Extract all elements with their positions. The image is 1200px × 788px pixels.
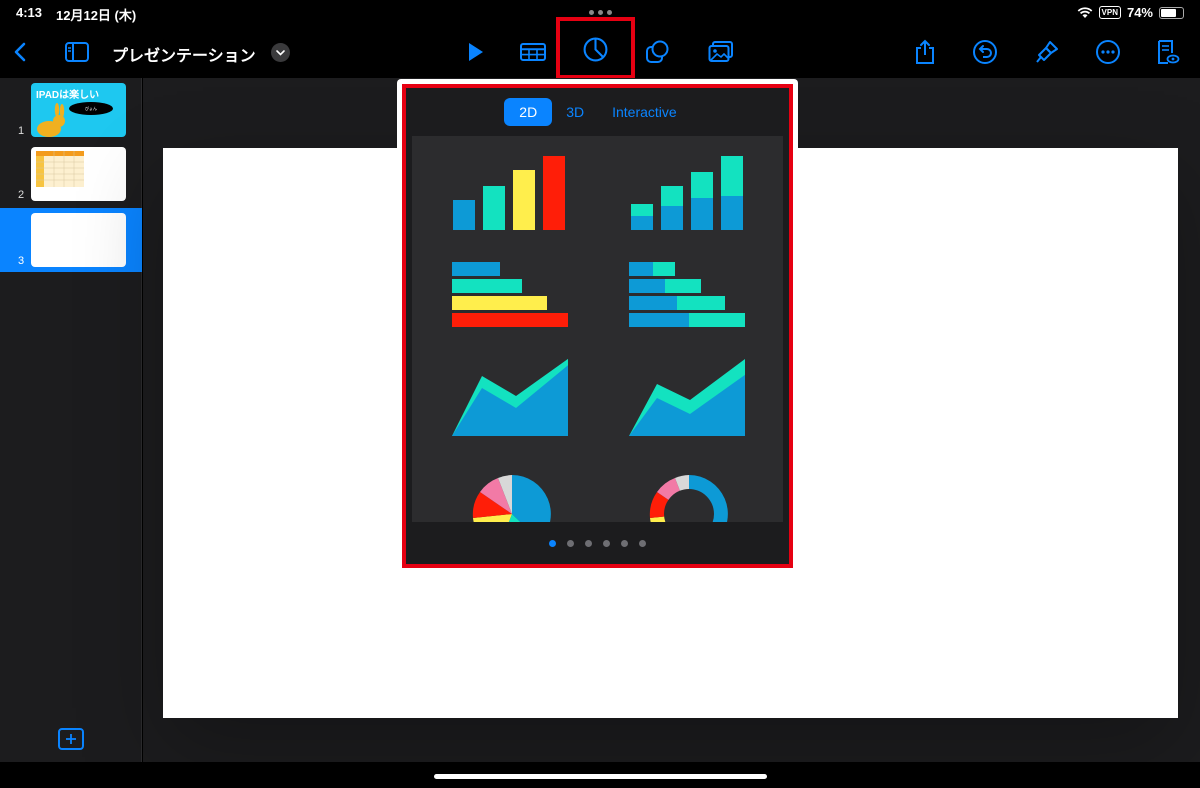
slide-thumbnail-3[interactable]: 3 <box>0 208 142 272</box>
chart-picker-popover: 2D 3D Interactive <box>402 84 793 568</box>
page-indicator[interactable] <box>406 540 789 547</box>
insert-media-button[interactable] <box>706 37 736 67</box>
slide-preview <box>31 147 126 201</box>
photo-icon <box>708 41 733 62</box>
play-button[interactable] <box>460 37 490 67</box>
status-indicators: VPN 74% <box>1077 5 1184 20</box>
chart-option-stacked-column[interactable] <box>615 150 745 240</box>
status-time: 4:13 <box>16 5 43 20</box>
donut-chart-icon <box>649 475 728 522</box>
multitasking-dots[interactable] <box>589 10 612 15</box>
share-button[interactable] <box>910 37 940 67</box>
chart-option-area[interactable] <box>438 354 572 444</box>
sidebar-icon <box>65 42 89 62</box>
back-button[interactable] <box>6 37 36 67</box>
area-chart-icon <box>452 356 572 436</box>
play-icon <box>469 43 483 61</box>
insert-shape-button[interactable] <box>642 37 672 67</box>
pie-chart-icon <box>472 475 551 522</box>
shapes-icon <box>646 40 669 63</box>
title-menu-button[interactable] <box>271 43 290 62</box>
undo-button[interactable] <box>970 37 1000 67</box>
chart-dimension-tabs: 2D 3D Interactive <box>406 98 789 126</box>
slide-title: IPADは楽しい <box>36 90 100 101</box>
home-area <box>0 762 1200 788</box>
stacked-column-chart-icon <box>631 156 743 230</box>
format-button[interactable] <box>1032 37 1062 67</box>
document-title[interactable]: プレゼンテーション <box>112 42 256 66</box>
slide-preview <box>31 213 126 267</box>
chart-type-grid <box>412 136 783 522</box>
undo-icon <box>973 40 997 64</box>
chart-option-stacked-area[interactable] <box>615 354 749 444</box>
presenter-notes-button[interactable] <box>1152 37 1182 67</box>
more-button[interactable] <box>1093 37 1123 67</box>
page-dot[interactable] <box>549 540 556 547</box>
plus-icon <box>66 734 76 744</box>
ellipsis-circle-icon <box>1096 40 1120 64</box>
insert-table-button[interactable] <box>518 37 548 67</box>
chevron-down-icon <box>276 50 285 56</box>
status-date: 12月12日 (木) <box>56 8 137 23</box>
table-icon <box>520 43 546 61</box>
slide-thumbnail-2[interactable]: 2 <box>0 142 142 206</box>
speech-bubble: ぴょん <box>69 102 113 115</box>
slide-number: 2 <box>18 189 25 201</box>
chart-option-bar[interactable] <box>438 254 571 344</box>
tab-2d[interactable]: 2D <box>504 98 553 126</box>
slide-navigator: 1 IPADは楽しい ぴょん 2 3 <box>0 78 142 762</box>
page-dot[interactable] <box>585 540 592 547</box>
chart-option-stacked-bar[interactable] <box>615 254 749 344</box>
tab-interactive[interactable]: Interactive <box>598 98 691 126</box>
slide-number: 1 <box>18 125 25 137</box>
rabbit-icon <box>37 103 65 137</box>
page-dot[interactable] <box>603 540 610 547</box>
chart-option-column[interactable] <box>438 150 568 240</box>
battery-percent: 74% <box>1126 5 1153 20</box>
stacked-bar-chart-icon <box>629 262 749 327</box>
stacked-area-chart-icon <box>629 356 749 436</box>
chart-option-donut[interactable] <box>615 456 745 522</box>
page-dot[interactable] <box>567 540 574 547</box>
bar-chart-icon <box>452 262 571 327</box>
chart-option-pie[interactable] <box>438 456 568 522</box>
slide-thumbnail-1[interactable]: 1 IPADは楽しい ぴょん <box>0 78 142 142</box>
column-chart-icon <box>453 156 565 230</box>
document-view-icon <box>1158 40 1180 64</box>
paintbrush-icon <box>1036 41 1058 63</box>
add-slide-button[interactable] <box>58 728 84 750</box>
table-thumbnail <box>36 151 84 187</box>
chevron-left-icon <box>14 42 26 62</box>
bubble-text: ぴょん <box>85 105 97 111</box>
page-dot[interactable] <box>639 540 646 547</box>
home-indicator[interactable] <box>434 774 767 779</box>
slide-preview: IPADは楽しい ぴょん <box>31 83 126 137</box>
battery-icon <box>1159 6 1184 19</box>
share-icon <box>916 39 934 64</box>
page-dot[interactable] <box>621 540 628 547</box>
slide-number: 3 <box>18 255 25 267</box>
tab-3d[interactable]: 3D <box>552 98 598 126</box>
wifi-icon <box>1077 6 1092 18</box>
vpn-badge: VPN <box>1098 6 1121 19</box>
insert-chart-button-highlighted[interactable] <box>556 17 635 79</box>
pie-chart-icon <box>583 37 608 62</box>
slide-navigator-button[interactable] <box>62 37 92 67</box>
